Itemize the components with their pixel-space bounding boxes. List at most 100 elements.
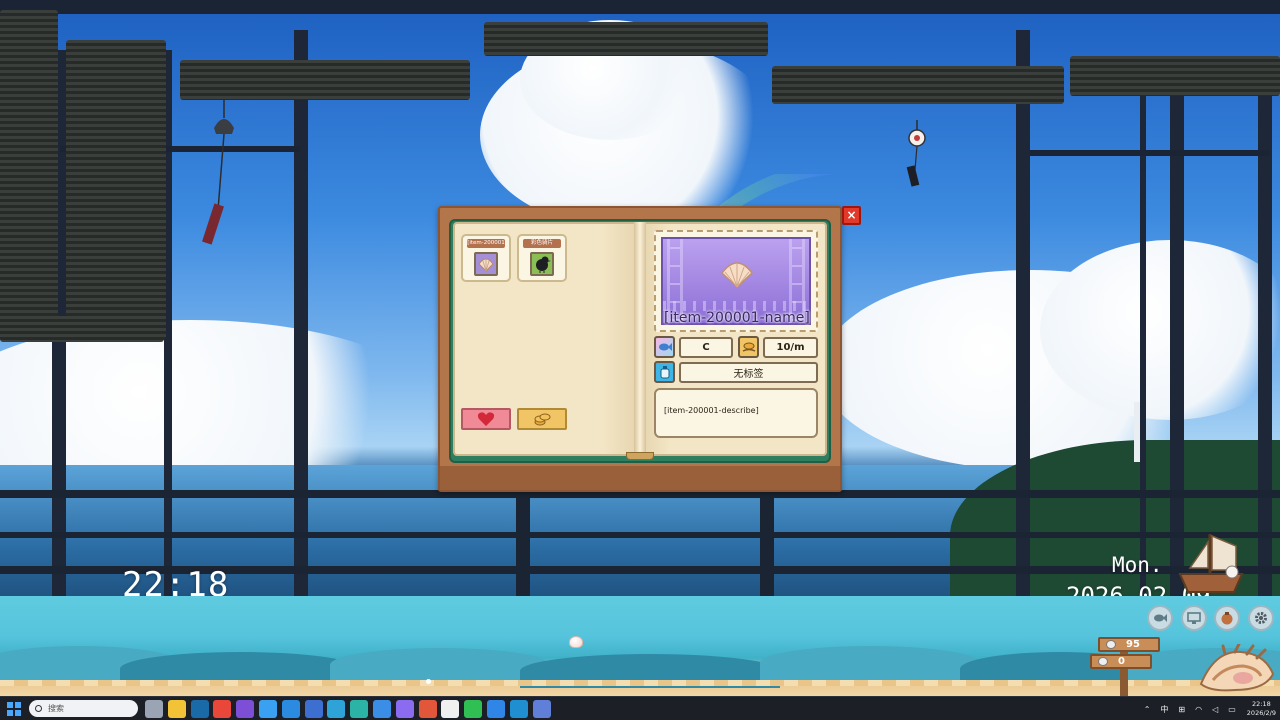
balcony-post <box>760 490 774 596</box>
pearl-count: 95 <box>1126 639 1140 650</box>
wechat-icon[interactable] <box>464 700 483 718</box>
bamboo-blind <box>484 22 768 56</box>
item-preview: [item-200001-name] <box>654 230 818 332</box>
battery-icon[interactable]: ▭ <box>1228 705 1236 714</box>
tray-date: 2026/2/9 <box>1246 709 1276 717</box>
item-description: [item-200001-describe] <box>654 388 818 438</box>
item-thumb <box>474 252 498 276</box>
bamboo-blind <box>0 10 58 340</box>
tag-value: 无标签 <box>679 362 818 383</box>
safari-icon[interactable] <box>258 700 277 718</box>
shell-coin-icon <box>1098 657 1108 666</box>
window-frame <box>1140 60 1146 596</box>
steam-icon[interactable] <box>190 700 209 718</box>
book-clasp <box>626 452 654 460</box>
app-teal-icon[interactable] <box>509 700 528 718</box>
stats-row: C 10/m <box>654 336 818 358</box>
shell-icon <box>720 262 754 289</box>
window-frame <box>1258 60 1272 596</box>
bamboo-blind <box>772 66 1064 104</box>
shell-game-icon[interactable] <box>532 700 551 718</box>
edge-icon[interactable] <box>350 700 369 718</box>
item-card-shell[interactable]: [item-200001 <box>461 234 511 282</box>
task-view-icon[interactable] <box>145 700 163 718</box>
wave <box>330 648 550 682</box>
conch-shell-icon <box>1199 644 1275 692</box>
bamboo-blind <box>180 60 470 100</box>
taskbar: 搜索 ⌃ 中 ⊞ ◠ ◁ ▭ 22:18 2026/2/9 <box>0 696 1280 720</box>
bamboo-blind <box>66 40 166 340</box>
search-placeholder: 搜索 <box>48 704 64 713</box>
bamboo-blind <box>1070 56 1280 96</box>
pearl-counter: 95 <box>1098 637 1160 652</box>
chrome-icon[interactable] <box>213 700 232 718</box>
window-frame <box>1030 150 1270 156</box>
photos-icon[interactable] <box>372 700 391 718</box>
search-icon <box>35 705 42 712</box>
favorite-button[interactable] <box>461 408 511 430</box>
vscode-icon[interactable] <box>281 700 300 718</box>
tag-row: 无标签 <box>654 361 818 383</box>
shell-icon <box>478 258 494 272</box>
settings-button[interactable] <box>1248 605 1274 631</box>
fish-tool-button[interactable] <box>1147 605 1173 631</box>
taskbar-search[interactable]: 搜索 <box>29 700 138 717</box>
wave <box>760 646 980 680</box>
wifi-icon[interactable]: ◠ <box>1195 705 1202 714</box>
window-frame <box>1170 60 1184 596</box>
window-frame <box>0 0 1280 14</box>
volume-icon[interactable]: ◁ <box>1212 705 1218 714</box>
close-button[interactable]: × <box>842 206 861 225</box>
app-purple-icon[interactable] <box>395 700 414 718</box>
notion-icon[interactable] <box>441 700 460 718</box>
weekday-label: Mon. <box>1112 553 1163 577</box>
gear-icon <box>1255 612 1267 624</box>
tray-clock[interactable]: 22:18 2026/2/9 <box>1247 700 1276 718</box>
shell-game-strip <box>0 596 1280 696</box>
balcony-post <box>516 490 530 596</box>
rarity-icon <box>654 336 675 358</box>
system-tray: ⌃ 中 ⊞ ◠ ◁ ▭ 22:18 2026/2/9 <box>1139 697 1276 720</box>
monitor-tool-button[interactable] <box>1181 605 1207 631</box>
heart-icon <box>477 412 495 426</box>
item-thumb <box>530 252 554 276</box>
tag-icon <box>654 361 675 383</box>
tray-time: 22:18 <box>1252 700 1271 708</box>
wind-chime-icon <box>906 120 926 187</box>
start-button[interactable] <box>7 702 21 716</box>
windows-logo-icon <box>15 710 21 716</box>
file-explorer-icon[interactable] <box>167 700 186 718</box>
obsidian-icon[interactable] <box>236 700 255 718</box>
app-blue-icon[interactable] <box>327 700 346 718</box>
rarity-value: C <box>679 337 733 358</box>
income-icon <box>738 336 759 358</box>
sand <box>0 680 1280 686</box>
sailboat-icon <box>1178 534 1244 593</box>
chrome-2-icon[interactable] <box>418 700 437 718</box>
floating-shell[interactable] <box>569 636 583 648</box>
windows-logo-icon <box>7 710 13 716</box>
item-card-crow[interactable]: 彩色骑片 <box>517 234 567 282</box>
sell-button[interactable] <box>517 408 567 430</box>
security-icon[interactable] <box>486 700 505 718</box>
item-tag: [item-200001 <box>467 239 505 248</box>
window-frame <box>1016 30 1030 596</box>
item-tag: 彩色骑片 <box>523 239 561 248</box>
pearl-dot <box>426 679 431 684</box>
app-tray-icon[interactable]: ⊞ <box>1178 705 1185 714</box>
game-icon[interactable] <box>304 700 323 718</box>
windows-logo-icon <box>15 702 21 708</box>
bag-icon <box>1221 612 1233 625</box>
monitor-icon <box>1187 612 1201 624</box>
coin-stack-icon <box>534 413 551 426</box>
chevron-up-icon[interactable]: ⌃ <box>1144 705 1151 714</box>
coin-count: 0 <box>1118 656 1125 667</box>
income-rate: 10/m <box>763 337 818 358</box>
pearl-icon <box>1106 640 1116 649</box>
bottle-icon <box>660 366 669 379</box>
ime-indicator[interactable]: 中 <box>1160 704 1168 715</box>
bag-tool-button[interactable] <box>1214 605 1240 631</box>
fish-icon <box>1154 614 1167 622</box>
balcony-rail <box>0 532 1280 538</box>
windows-logo-icon <box>7 702 13 708</box>
